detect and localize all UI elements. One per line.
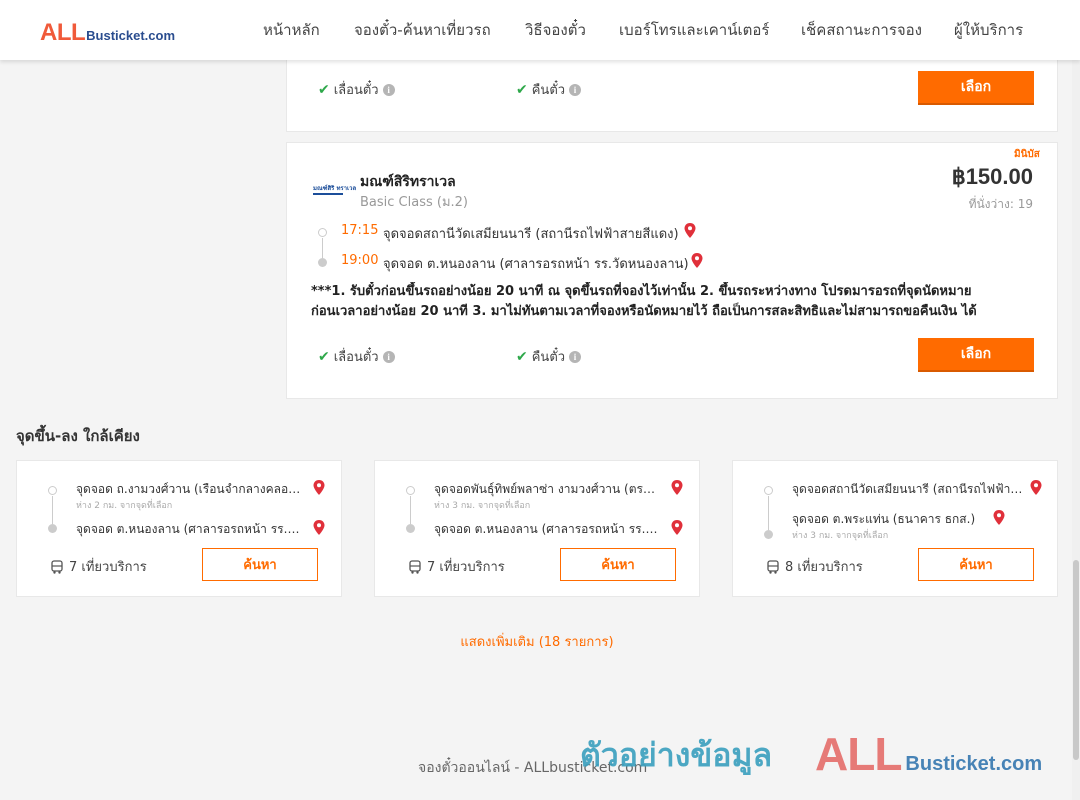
nearby-to-distance: ห่าง 3 กม. จากจุดที่เลือก bbox=[792, 531, 889, 541]
nav-book-search[interactable]: จองตั๋ว-ค้นหาเที่ยวรถ bbox=[354, 0, 491, 60]
timeline-line bbox=[52, 496, 53, 524]
nearby-trip-count: 8 เที่ยวบริการ bbox=[766, 556, 863, 577]
nearby-from-distance: ห่าง 2 กม. จากจุดที่เลือก bbox=[76, 501, 173, 511]
site-header: ALL Busticket.com หน้าหลัก จองตั๋ว-ค้นหา… bbox=[0, 0, 1080, 60]
trip-price: ฿150.00 bbox=[951, 164, 1033, 189]
map-pin-icon[interactable] bbox=[670, 519, 684, 536]
info-icon[interactable]: i bbox=[569, 350, 582, 363]
reschedule-feature: ✔ เลื่อนตั๋ว i bbox=[318, 346, 395, 367]
check-icon: ✔ bbox=[318, 348, 330, 365]
map-pin-icon[interactable] bbox=[670, 479, 684, 496]
check-icon: ✔ bbox=[516, 348, 528, 365]
trip-count-label: 8 เที่ยวบริการ bbox=[785, 560, 863, 575]
watermark-logo: ALL Busticket.com bbox=[815, 727, 1042, 781]
info-icon[interactable]: i bbox=[382, 350, 395, 363]
bus-icon bbox=[51, 559, 63, 574]
vehicle-type-badge: มินิบัส bbox=[1014, 149, 1040, 160]
depart-stop: จุดจอดสถานีวัดเสมียนนารี (สถานีรถไฟฟ้าสา… bbox=[383, 227, 679, 242]
map-pin-icon[interactable] bbox=[992, 509, 1006, 526]
reschedule-feature: ✔ เลื่อนตั๋ว i bbox=[318, 79, 395, 100]
nearby-to-stop: จุดจอด ต.หนองลาน (ศาลารอรถหน้า รร.วัดหนอ… bbox=[76, 522, 302, 536]
nearby-trip-count: 7 เที่ยวบริการ bbox=[50, 556, 147, 577]
nav-operators[interactable]: ผู้ให้บริการ bbox=[954, 0, 1023, 60]
refund-feature: ✔ คืนตั๋ว i bbox=[516, 79, 582, 100]
nearby-trip-count: 7 เที่ยวบริการ bbox=[408, 556, 505, 577]
nearby-search-button[interactable]: ค้นหา bbox=[560, 548, 676, 581]
logo-brand-text: Busticket.com bbox=[86, 28, 176, 43]
timeline-end-dot bbox=[406, 524, 415, 533]
seats-available: ที่นั่งว่าง: 19 bbox=[968, 197, 1033, 211]
timeline-line bbox=[410, 496, 411, 524]
timeline-start-dot bbox=[406, 486, 415, 495]
operator-name: มณฑ์สิริทราเวล bbox=[360, 174, 456, 190]
bus-class: Basic Class (ม.2) bbox=[360, 195, 468, 210]
nav-home[interactable]: หน้าหลัก bbox=[263, 0, 320, 60]
map-pin-icon[interactable] bbox=[683, 222, 697, 239]
nearby-card: จุดจอดพันธุ์ทิพย์พลาซ่า งามวงศ์วาน (ตรงข… bbox=[374, 460, 700, 597]
arrive-time: 19:00 bbox=[341, 253, 379, 268]
refund-feature: ✔ คืนตั๋ว i bbox=[516, 346, 582, 367]
arrive-stop: จุดจอด ต.หนองลาน (ศาลารอรถหน้า รร.วัดหนอ… bbox=[383, 257, 689, 272]
watermark-logo-all: ALL bbox=[815, 728, 902, 780]
trip-note-line-1: ***1. รับตั๋วก่อนขึ้นรถอย่างน้อย 20 นาที… bbox=[311, 284, 972, 299]
timeline-end-dot bbox=[318, 258, 327, 267]
nearby-from-stop: จุดจอด ถ.งามวงศ์วาน (เรือนจำกลางคลองเปรม… bbox=[76, 482, 302, 496]
timeline-end-dot bbox=[48, 524, 57, 533]
nearby-section-title: จุดขึ้น-ลง ใกล้เคียง bbox=[16, 427, 140, 445]
refund-label: คืนตั๋ว bbox=[531, 350, 566, 365]
map-pin-icon[interactable] bbox=[690, 252, 704, 269]
bus-icon bbox=[767, 559, 779, 574]
nearby-search-button[interactable]: ค้นหา bbox=[918, 548, 1034, 581]
nearby-from-stop: จุดจอดสถานีวัดเสมียนนารี (สถานีรถไฟฟ้าสา… bbox=[792, 482, 1024, 496]
timeline-start-dot bbox=[48, 486, 57, 495]
map-pin-icon[interactable] bbox=[312, 479, 326, 496]
reschedule-label: เลื่อนตั๋ว bbox=[333, 83, 379, 98]
info-icon[interactable]: i bbox=[382, 83, 395, 96]
nearby-search-button[interactable]: ค้นหา bbox=[202, 548, 318, 581]
check-icon: ✔ bbox=[318, 81, 330, 98]
refund-label: คืนตั๋ว bbox=[531, 83, 566, 98]
nearby-to-stop: จุดจอด ต.หนองลาน (ศาลารอรถหน้า รร.วัดหนอ… bbox=[434, 522, 660, 536]
show-more-link[interactable]: แสดงเพิ่มเติม (18 รายการ) bbox=[0, 631, 1074, 652]
check-icon: ✔ bbox=[516, 81, 528, 98]
trip-count-label: 7 เที่ยวบริการ bbox=[427, 560, 505, 575]
trip-card: มินิบัส มณฑ์สิริ ทราเวล มณฑ์สิริทราเวล B… bbox=[286, 142, 1058, 399]
select-trip-button[interactable]: เลือก bbox=[918, 71, 1034, 105]
reschedule-label: เลื่อนตั๋ว bbox=[333, 350, 379, 365]
nearby-from-distance: ห่าง 3 กม. จากจุดที่เลือก bbox=[434, 501, 531, 511]
select-trip-button[interactable]: เลือก bbox=[918, 338, 1034, 372]
timeline-start-dot bbox=[318, 228, 327, 237]
info-icon[interactable]: i bbox=[569, 83, 582, 96]
nav-how-to-book[interactable]: วิธีจองตั๋ว bbox=[525, 0, 586, 60]
page-scrollbar-thumb[interactable] bbox=[1073, 560, 1079, 760]
nav-phone-counter[interactable]: เบอร์โทรและเคาน์เตอร์ bbox=[619, 0, 769, 60]
trip-count-label: 7 เที่ยวบริการ bbox=[69, 560, 147, 575]
trip-note-line-2: ก่อนเวลาอย่างน้อย 20 นาที 3. มาไม่ทันตาม… bbox=[311, 304, 977, 319]
nearby-from-stop: จุดจอดพันธุ์ทิพย์พลาซ่า งามวงศ์วาน (ตรงข… bbox=[434, 482, 660, 496]
logo-all-text: ALL bbox=[40, 19, 86, 46]
map-pin-icon[interactable] bbox=[312, 519, 326, 536]
watermark-text: ตัวอย่างข้อมูล bbox=[580, 736, 773, 774]
bus-icon bbox=[409, 559, 421, 574]
operator-logo: มณฑ์สิริ ทราเวล bbox=[313, 179, 356, 201]
timeline-end-dot bbox=[764, 530, 773, 539]
timeline-start-dot bbox=[764, 486, 773, 495]
nearby-card: จุดจอด ถ.งามวงศ์วาน (เรือนจำกลางคลองเปรม… bbox=[16, 460, 342, 597]
nav-check-status[interactable]: เช็คสถานะการจอง bbox=[801, 0, 922, 60]
timeline-line bbox=[768, 496, 769, 530]
site-logo[interactable]: ALL Busticket.com bbox=[40, 19, 175, 47]
depart-time: 17:15 bbox=[341, 223, 379, 238]
map-pin-icon[interactable] bbox=[1029, 479, 1043, 496]
nearby-card: จุดจอดสถานีวัดเสมียนนารี (สถานีรถไฟฟ้าสา… bbox=[732, 460, 1058, 597]
nearby-to-stop: จุดจอด ต.พระแท่น (ธนาคาร ธกส.) bbox=[792, 512, 976, 526]
watermark-logo-brand: Busticket.com bbox=[905, 753, 1043, 775]
timeline-line bbox=[322, 238, 323, 258]
